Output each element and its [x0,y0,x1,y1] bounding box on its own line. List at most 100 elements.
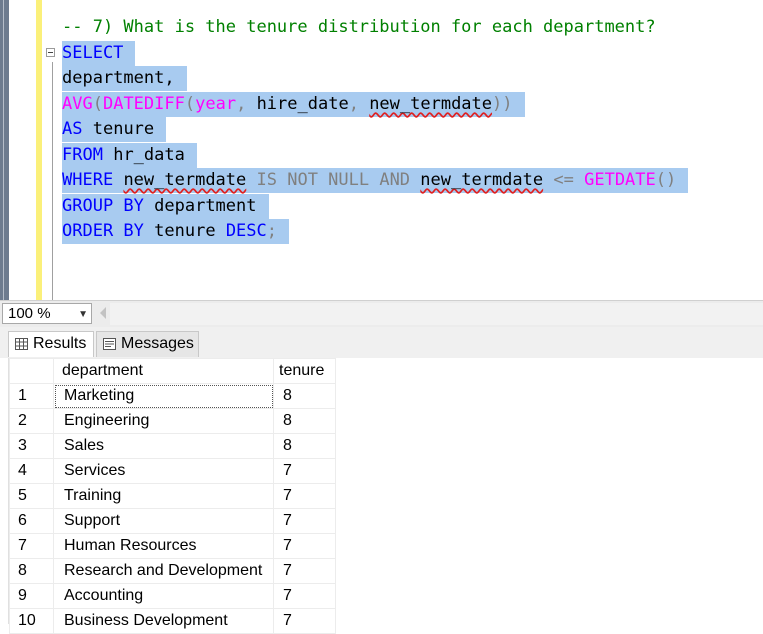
column-new-termdate: new_termdate [123,170,247,190]
row-number[interactable]: 10 [9,608,54,634]
comma: , [236,94,247,114]
operator-is-not-null-and: IS NOT NULL AND [256,170,411,190]
results-grid[interactable]: department tenure 1 Marketing 8 2 Engine… [9,358,336,634]
results-grid-area: department tenure 1 Marketing 8 2 Engine… [0,358,763,634]
cell-department[interactable]: Business Development [53,608,274,634]
table-row[interactable]: 7 Human Resources 7 [9,533,336,559]
outline-line [52,62,53,300]
cell-tenure[interactable]: 7 [273,508,336,534]
row-number[interactable]: 6 [9,508,54,534]
code-line-where[interactable]: WHERE new_termdate IS NOT NULL AND new_t… [62,168,689,193]
cell-department[interactable]: Support [53,508,274,534]
table-row[interactable]: 9 Accounting 7 [9,583,336,609]
table-row[interactable]: 3 Sales 8 [9,433,336,459]
code-line-department[interactable]: department, [62,66,187,91]
cell-tenure[interactable]: 7 [273,583,336,609]
keyword-desc: DESC [225,221,267,241]
row-number[interactable]: 5 [9,483,54,509]
row-number[interactable]: 7 [9,533,54,559]
code-line-from[interactable]: FROM hr_data [62,143,197,168]
zoom-value: 100 % [8,305,51,322]
cell-tenure[interactable]: 7 [273,608,336,634]
row-number[interactable]: 3 [9,433,54,459]
datepart-year: year [195,94,237,114]
chevron-down-icon[interactable]: ▼ [78,305,88,324]
cell-tenure[interactable]: 7 [273,558,336,584]
tab-results[interactable]: Results [8,331,94,357]
cell-tenure[interactable]: 8 [273,383,336,409]
collapse-icon[interactable] [46,48,55,57]
cell-department[interactable]: Engineering [53,408,274,434]
cell-tenure[interactable]: 7 [273,533,336,559]
results-tabs: Results Messages [0,327,763,359]
row-number[interactable]: 8 [9,558,54,584]
column-new-termdate: new_termdate [420,170,544,190]
cell-department[interactable]: Human Resources [53,533,274,559]
function-getdate: GETDATE [584,170,656,190]
cell-tenure[interactable]: 8 [273,408,336,434]
code-line-order-by[interactable]: ORDER BY tenure DESC; [62,219,290,244]
row-number[interactable]: 1 [9,383,54,409]
cell-department[interactable]: Research and Development [53,558,274,584]
row-header-corner[interactable] [9,358,54,384]
row-number[interactable]: 9 [9,583,54,609]
horizontal-scrollbar-track[interactable] [110,303,763,325]
code-line-as[interactable]: AS tenure [62,117,167,142]
grid-body: 1 Marketing 8 2 Engineering 8 3 Sales 8 … [9,383,336,634]
query-editor[interactable]: -- 7) What is the tenure distribution fo… [0,0,763,300]
alias-tenure: tenure [154,221,216,241]
table-row[interactable]: 1 Marketing 8 [9,383,336,409]
paren-open: ( [184,94,196,114]
tab-messages[interactable]: Messages [96,331,199,357]
grid-header-row: department tenure [9,358,336,384]
keyword-from: FROM [62,145,103,165]
column-new-termdate: new_termdate [369,94,493,114]
cell-department[interactable]: Accounting [53,583,274,609]
code-line-comment[interactable]: -- 7) What is the tenure distribution fo… [62,15,656,40]
paren-open: ( [92,94,103,114]
scroll-left-icon[interactable] [100,307,106,319]
column-header-department[interactable]: department [53,358,274,384]
column-header-tenure[interactable]: tenure [273,358,336,384]
code-line-select[interactable]: SELECT [62,41,136,66]
tab-label: Messages [121,335,194,352]
editor-left-strip [0,0,9,300]
function-avg: AVG [62,94,93,114]
table-row[interactable]: 5 Training 7 [9,483,336,509]
table-row[interactable]: 4 Services 7 [9,458,336,484]
cell-department[interactable]: Marketing [53,383,274,409]
cell-tenure[interactable]: 7 [273,483,336,509]
cell-department[interactable]: Sales [53,433,274,459]
code-line-group-by[interactable]: GROUP BY department [62,194,269,219]
function-datediff: DATEDIFF [102,94,185,114]
alias-tenure: tenure [92,119,155,139]
column-department: department, [62,68,175,88]
tab-label: Results [33,335,87,352]
table-row[interactable]: 8 Research and Development 7 [9,558,336,584]
row-number[interactable]: 4 [9,458,54,484]
cell-tenure[interactable]: 8 [273,433,336,459]
row-number[interactable]: 2 [9,408,54,434]
code-line-avg[interactable]: AVG(DATEDIFF(year, hire_date, new_termda… [62,92,525,117]
paren-close: )) [492,94,513,114]
cell-tenure[interactable]: 7 [273,458,336,484]
grid-icon [15,338,28,350]
column-hire-date: hire_date [256,94,349,114]
line-gutter [9,0,36,300]
table-row[interactable]: 2 Engineering 8 [9,408,336,434]
keyword-group-by: GROUP BY [62,196,144,216]
keyword-as: AS [62,119,83,139]
left-strip-line [3,0,4,300]
zoom-select[interactable]: 100 % ▼ [2,303,92,324]
paren-pair: () [655,170,677,190]
keyword-where: WHERE [62,170,114,190]
cell-department[interactable]: Training [53,483,274,509]
table-hr-data: hr_data [113,145,185,165]
column-department: department [154,196,257,216]
zoom-bar: 100 % ▼ [0,300,763,327]
table-row[interactable]: 6 Support 7 [9,508,336,534]
table-row[interactable]: 10 Business Development 7 [9,608,336,634]
change-tracking-bar [36,0,42,300]
cell-department[interactable]: Services [53,458,274,484]
semicolon: ; [266,221,278,241]
